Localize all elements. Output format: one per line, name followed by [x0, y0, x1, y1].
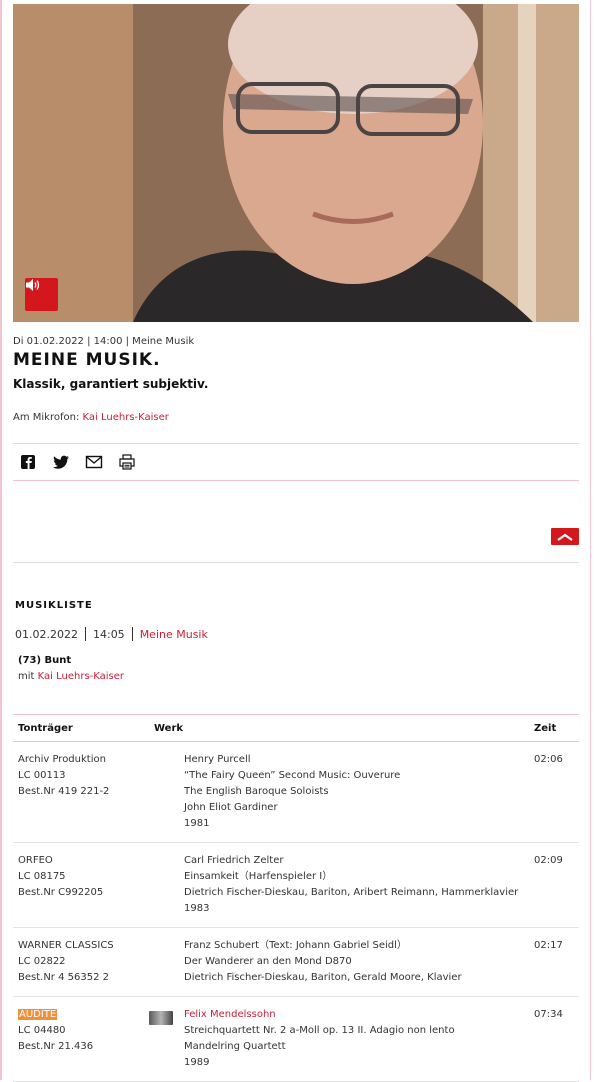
host-portrait-image — [13, 4, 579, 322]
separator — [131, 627, 133, 641]
page-edge-left — [0, 0, 2, 1080]
separator — [84, 627, 86, 641]
mail-icon[interactable] — [85, 453, 103, 471]
work-line: 1983 — [184, 903, 210, 914]
print-icon[interactable] — [118, 453, 136, 471]
track-duration: 02:06 — [529, 741, 579, 843]
table-row: WARNER CLASSICS LC 02822 Best.Nr 4 56352… — [13, 927, 579, 997]
playlist-table: Tonträger Werk Zeit Archiv Produktion LC… — [13, 714, 579, 1082]
twitter-icon[interactable] — [52, 453, 70, 471]
composer: Franz Schubert（Text: Johann Gabriel Seid… — [184, 940, 407, 951]
audio-play-button[interactable] — [25, 278, 58, 311]
column-header-werk: Werk — [149, 714, 529, 742]
work-line: Dietrich Fischer-Dieskau, Bariton, Geral… — [184, 972, 462, 983]
share-bar — [19, 453, 136, 471]
table-row: AUDITE LC 04480 Best.Nr 21.436 Felix Men… — [13, 996, 579, 1082]
label-name: AUDITE — [18, 1009, 58, 1020]
musikliste-time: 14:05 — [92, 627, 125, 641]
label-name: ORFEO — [18, 855, 53, 866]
track-duration: 02:17 — [529, 927, 579, 997]
work-line: “The Fairy Queen” Second Music: Ouverure — [184, 770, 401, 781]
work-line: Streichquartett Nr. 2 a-Moll op. 13 II. … — [184, 1025, 455, 1036]
work-line: Mandelring Quartett — [184, 1041, 286, 1052]
label-lc: LC 02822 — [18, 956, 66, 967]
work-line: Der Wanderer an den Mond D870 — [184, 956, 352, 967]
facebook-icon[interactable] — [19, 453, 37, 471]
scroll-top-button[interactable] — [551, 528, 579, 545]
table-row: ORFEO LC 08175 Best.Nr C992205 Carl Frie… — [13, 842, 579, 928]
divider — [13, 443, 579, 444]
work-line: The English Baroque Soloists — [184, 786, 329, 797]
speaker-icon — [26, 279, 40, 291]
page-title: MEINE MUSIK. — [13, 350, 161, 370]
label-lc: LC 00113 — [18, 770, 66, 781]
work-line: 1989 — [184, 1057, 210, 1068]
album-cover-thumbnail[interactable] — [149, 1011, 173, 1025]
label-order-number: Best.Nr 419 221-2 — [18, 786, 110, 797]
composer: Carl Friedrich Zelter — [184, 855, 284, 866]
work-line: Einsamkeit（Harfenspieler I） — [184, 871, 333, 882]
label-order-number: Best.Nr 21.436 — [18, 1041, 94, 1052]
mit-prefix: mit — [18, 671, 35, 682]
label-name: WARNER CLASSICS — [18, 940, 114, 951]
episode-host-link[interactable]: Kai Luehrs-Kaiser — [38, 671, 124, 682]
composer: Henry Purcell — [184, 754, 251, 765]
column-header-zeit: Zeit — [529, 714, 579, 742]
track-duration: 02:09 — [529, 842, 579, 928]
composer-link[interactable]: Felix Mendelssohn — [184, 1009, 276, 1020]
work-line: 1981 — [184, 818, 210, 829]
musikliste-heading: MUSIKLISTE — [15, 600, 93, 611]
host-link[interactable]: Kai Luehrs-Kaiser — [83, 412, 169, 423]
host-line: Am Mikrofon: Kai Luehrs-Kaiser — [13, 412, 169, 423]
work-line: John Eliot Gardiner — [184, 802, 278, 813]
work-line: Dietrich Fischer-Dieskau, Bariton, Aribe… — [184, 887, 519, 898]
page-subtitle: Klassik, garantiert subjektiv. — [13, 377, 209, 391]
page-edge-right — [590, 0, 591, 1080]
episode-title: (73) Bunt — [18, 655, 72, 666]
divider — [13, 480, 579, 481]
musikliste-date: 01.02.2022 — [15, 627, 78, 641]
show-link[interactable]: Meine Musik — [140, 628, 208, 641]
label-lc: LC 04480 — [18, 1025, 66, 1036]
broadcast-meta: Di 01.02.2022 | 14:00 | Meine Musik — [13, 336, 195, 347]
host-prefix: Am Mikrofon: — [13, 412, 80, 423]
table-row: Archiv Produktion LC 00113 Best.Nr 419 2… — [13, 741, 579, 843]
column-header-tontraeger: Tonträger — [13, 714, 149, 742]
table-header-row: Tonträger Werk Zeit — [13, 714, 579, 742]
episode-host: mit Kai Luehrs-Kaiser — [18, 671, 124, 682]
label-order-number: Best.Nr 4 56352 2 — [18, 972, 109, 983]
divider — [13, 562, 579, 563]
musikliste-date-line: 01.02.2022 14:05 Meine Musik — [15, 627, 208, 641]
label-order-number: Best.Nr C992205 — [18, 887, 104, 898]
track-duration: 07:34 — [529, 996, 579, 1082]
portrait-illustration — [13, 4, 579, 322]
label-name: Archiv Produktion — [18, 754, 106, 765]
chevron-up-icon — [557, 533, 573, 541]
label-lc: LC 08175 — [18, 871, 66, 882]
